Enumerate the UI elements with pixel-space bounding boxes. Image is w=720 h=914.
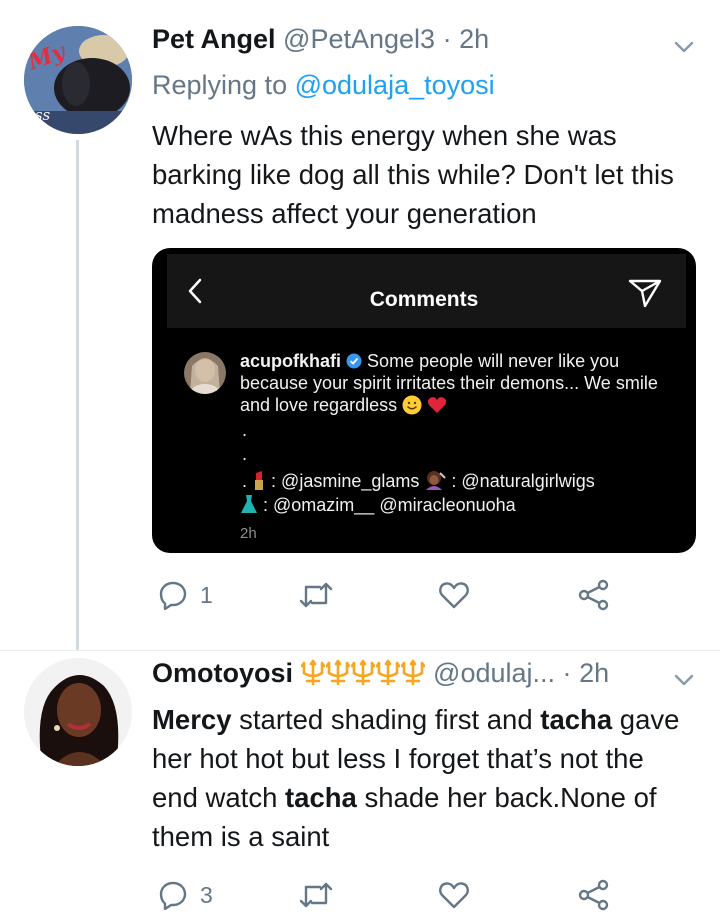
separator-dot: · <box>442 24 452 54</box>
smile-emoji-icon <box>402 395 422 415</box>
reply-count: 1 <box>200 581 213 608</box>
user-handle[interactable]: @odulaj... <box>433 658 555 688</box>
chevron-down-icon[interactable] <box>673 669 695 691</box>
trident-icon <box>350 659 375 685</box>
share-icon <box>578 579 609 611</box>
mention-naturalgirlwigs: : @naturalgirlwigs <box>451 471 595 491</box>
haircut-emoji-icon <box>424 470 447 490</box>
reply-icon <box>159 581 187 610</box>
mention-omazim-miracleonuoha: : @omazim__ @miracleonuoha <box>263 495 516 515</box>
timestamp[interactable]: 2h <box>579 658 609 688</box>
timestamp[interactable]: 2h <box>459 24 489 54</box>
retweet-button[interactable] <box>298 877 334 913</box>
tweet-header: Omotoyosi @odulaj... · 2h <box>152 658 609 689</box>
avatar-image <box>24 658 132 766</box>
chevron-down-icon[interactable] <box>673 36 695 58</box>
comment-username: acupofkhafi <box>240 351 342 371</box>
heart-icon <box>439 582 469 609</box>
replying-to-label: Replying to <box>152 70 295 100</box>
display-name[interactable]: Omotoyosi <box>152 658 293 688</box>
comment-dot-3: . <box>242 471 248 491</box>
lipstick-emoji-icon <box>252 470 266 490</box>
retweet-icon <box>299 882 333 908</box>
share-icon <box>578 879 609 911</box>
tweet-media[interactable]: Comments acupofkhafi Some people will ne… <box>152 248 696 553</box>
heart-emoji-icon <box>427 395 447 415</box>
reply-icon <box>159 881 187 910</box>
text-part: tacha <box>285 782 357 813</box>
retweet-button[interactable] <box>298 577 334 613</box>
like-button[interactable] <box>438 577 470 613</box>
share-button[interactable] <box>578 577 610 613</box>
text-part: Mercy <box>152 704 232 735</box>
reply-button[interactable]: 3 <box>158 877 213 913</box>
reply-handle-link[interactable]: @odulaja_toyosi <box>295 70 495 100</box>
crown-emojis <box>293 658 426 688</box>
trident-icon <box>400 659 425 685</box>
tweet-text: Where wAs this energy when she was barki… <box>152 120 674 229</box>
user-handle[interactable]: @PetAngel3 <box>283 24 435 54</box>
tweet-actions: 3 <box>152 877 622 913</box>
replying-to: Replying to @odulaja_toyosi <box>152 70 495 101</box>
tweet-header: Pet Angel @PetAngel3 · 2h <box>152 24 489 55</box>
trident-icon <box>300 659 325 685</box>
like-button[interactable] <box>438 877 470 913</box>
separator-dot: · <box>562 658 572 688</box>
reply-count: 3 <box>200 881 213 908</box>
dress-emoji-icon <box>240 494 258 514</box>
comment-mentions-line-2: : @omazim__ @miracleonuoha <box>240 494 516 516</box>
text-part: tacha <box>540 704 613 735</box>
commenter-avatar-image <box>184 352 226 394</box>
mention-jasmine: : @jasmine_glams <box>271 471 420 491</box>
avatar-text-bottom: Ass <box>24 106 51 124</box>
comment-dot-1: . <box>242 420 248 440</box>
text-part: started shading first and <box>231 704 541 735</box>
share-button[interactable] <box>578 877 610 913</box>
retweet-icon <box>299 582 333 608</box>
verified-badge-icon <box>346 352 362 369</box>
avatar[interactable]: My Ass <box>24 26 132 134</box>
trident-icon <box>325 659 350 685</box>
thread-line <box>76 140 79 650</box>
reply-button[interactable]: 1 <box>158 577 213 613</box>
tweet-actions: 1 <box>152 577 622 613</box>
comment-mentions-line-1: . : @jasmine_glams : @naturalgirlwigs <box>242 470 595 492</box>
comment-dot-2: . <box>242 444 248 464</box>
comment-body: acupofkhafi Some people will never like … <box>240 350 670 416</box>
commenter-avatar <box>184 352 226 394</box>
display-name[interactable]: Pet Angel <box>152 24 276 54</box>
tweet-2[interactable]: Omotoyosi @odulaj... · 2h Mercy started … <box>0 651 720 914</box>
comment-time: 2h <box>240 525 257 542</box>
comments-title: Comments <box>369 288 479 311</box>
avatar[interactable] <box>24 658 132 766</box>
trident-icon <box>375 659 400 685</box>
tweet-1[interactable]: My Ass Pet Angel @PetAngel3 · 2h Replyin… <box>0 0 720 650</box>
heart-icon <box>439 882 469 909</box>
tweet-text: Mercy started shading first and tacha ga… <box>152 700 697 856</box>
